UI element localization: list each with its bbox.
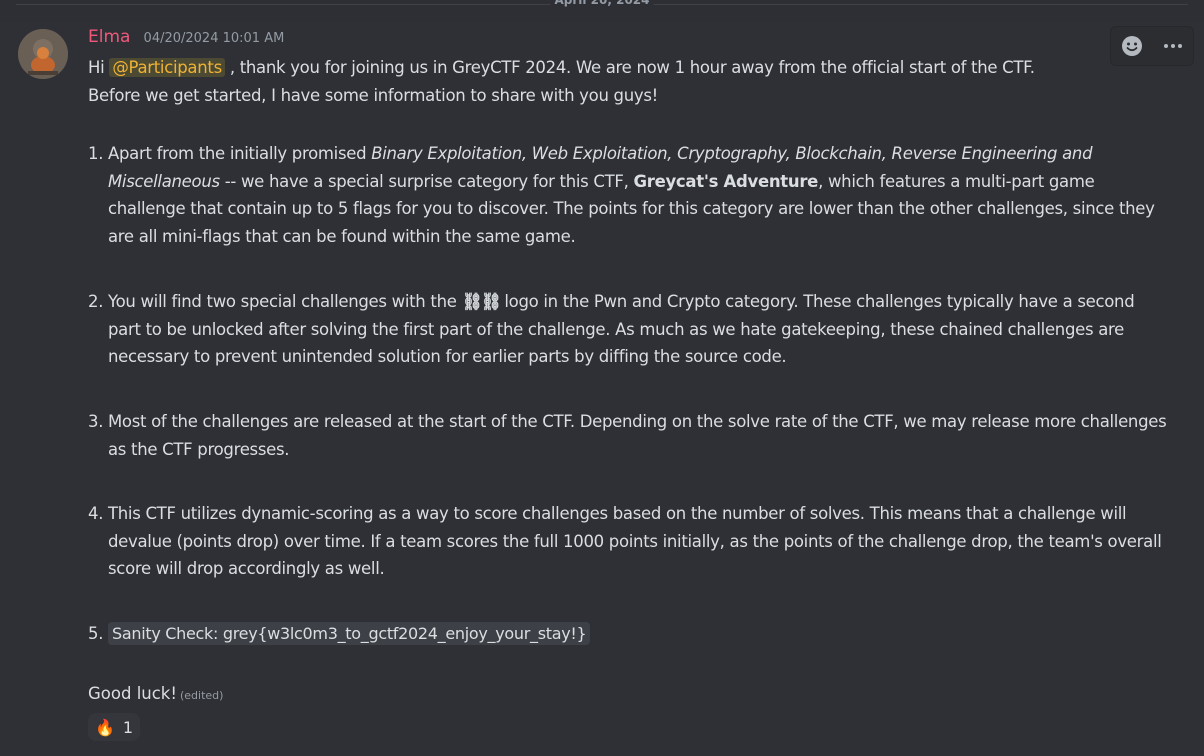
list-number: 4.: [88, 504, 104, 523]
list-item-text: You will find two special challenges wit…: [108, 292, 1135, 366]
more-options-icon: [1163, 44, 1182, 48]
fire-emoji-icon: 🔥: [94, 717, 115, 737]
list-number: 2.: [88, 292, 104, 311]
chains-emoji: ⛓⛓: [461, 292, 502, 311]
reaction-button[interactable]: 🔥 1: [88, 713, 140, 741]
closing-line: Good luck! (edited): [88, 682, 223, 708]
more-options-button[interactable]: [1156, 30, 1190, 62]
add-reaction-icon: [1121, 36, 1142, 56]
list-number: 3.: [88, 412, 104, 431]
message-header: Elma 04/20/2024 10:01 AM: [88, 27, 284, 51]
message-intro: Hi @Participants , thank you for joining…: [88, 54, 1168, 109]
message: Elma 04/20/2024 10:01 AM Hi @Participant…: [0, 22, 1204, 756]
special-category: Greycat's Adventure: [633, 171, 819, 191]
intro-line-1: Hi @Participants , thank you for joining…: [88, 54, 1168, 82]
list-item: 1. Apart from the initially promised Bin…: [88, 140, 1168, 250]
sanity-check-code[interactable]: Sanity Check: grey{w3lc0m3_to_gctf2024_e…: [108, 622, 591, 645]
date-divider: April 20, 2024: [16, 0, 1188, 10]
list-item-text: This CTF utilizes dynamic-scoring as a w…: [108, 504, 1162, 578]
list-item-text: Apart from the initially promised Binary…: [108, 144, 1155, 246]
intro-prefix: Hi: [88, 58, 110, 77]
add-reaction-button[interactable]: [1115, 30, 1149, 62]
intro-text: , thank you for joining us in GreyCTF 20…: [224, 58, 1035, 77]
intro-line-2: Before we get started, I have some infor…: [88, 85, 658, 105]
list-item: 5. Sanity Check: grey{w3lc0m3_to_gctf202…: [88, 620, 1168, 648]
reaction-count: 1: [122, 717, 134, 737]
divider-date-label: April 20, 2024: [550, 0, 654, 9]
list-item-text: Sanity Check: grey{w3lc0m3_to_gctf2024_e…: [108, 620, 1168, 648]
closing-text: Good luck!: [88, 684, 177, 703]
participants-mention[interactable]: @Participants: [109, 58, 225, 77]
message-timestamp[interactable]: 04/20/2024 10:01 AM: [144, 31, 285, 46]
author-name[interactable]: Elma: [88, 27, 130, 47]
list-item-text: Most of the challenges are released at t…: [108, 412, 1167, 459]
message-toolbar: [1110, 26, 1194, 66]
avatar-image: [18, 29, 68, 79]
list-item: 3. Most of the challenges are released a…: [88, 408, 1168, 463]
list-item: 4. This CTF utilizes dynamic-scoring as …: [88, 500, 1168, 583]
list-number: 5.: [88, 624, 104, 643]
avatar[interactable]: [18, 29, 68, 79]
list-number: 1.: [88, 144, 104, 163]
list-item: 2. You will find two special challenges …: [88, 288, 1168, 371]
edited-label: (edited): [179, 689, 224, 702]
